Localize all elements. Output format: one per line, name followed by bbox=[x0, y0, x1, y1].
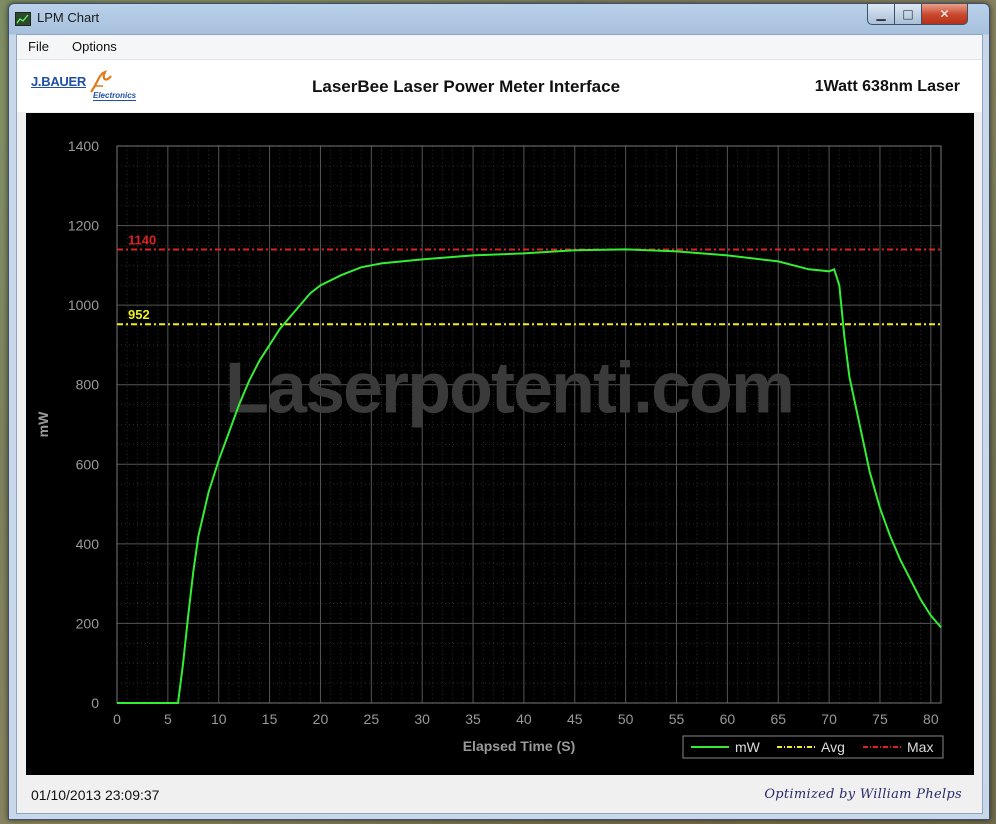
x-tick-label: 45 bbox=[567, 711, 583, 727]
y-tick-label: 800 bbox=[76, 377, 100, 393]
x-tick-label: 15 bbox=[262, 711, 278, 727]
menu-bar: File Options bbox=[17, 35, 982, 60]
chart-app-icon bbox=[15, 12, 31, 26]
maximize-icon: □ bbox=[902, 7, 914, 21]
y-tick-label: 1000 bbox=[68, 297, 99, 313]
laser-label: 1Watt 638nm Laser bbox=[814, 78, 960, 95]
minimize-icon: ▁ bbox=[876, 7, 886, 21]
signature-text: Optimized by William Phelps bbox=[764, 787, 962, 802]
x-tick-label: 10 bbox=[211, 711, 227, 727]
company-logo: J.BAUER Electronics bbox=[31, 70, 171, 102]
x-tick-label: 75 bbox=[872, 711, 888, 727]
close-button[interactable]: ✕ bbox=[921, 4, 968, 25]
app-window: LPM Chart ▁ □ ✕ File Options J.BAUER Ele… bbox=[8, 3, 990, 820]
y-tick-label: 1200 bbox=[68, 218, 99, 234]
menu-file[interactable]: File bbox=[28, 39, 49, 54]
x-tick-label: 30 bbox=[414, 711, 430, 727]
y-tick-label: 400 bbox=[76, 536, 100, 552]
menu-options[interactable]: Options bbox=[72, 39, 117, 54]
x-axis-label: Elapsed Time (S) bbox=[463, 738, 576, 754]
legend-entry-label: Avg bbox=[821, 739, 845, 755]
x-tick-label: 40 bbox=[516, 711, 532, 727]
chart-panel: 0 5 10 15 20 25 30 35 40 45 50 55 60 65 70 75 80 0 200 400 6… bbox=[26, 113, 974, 775]
x-tick-label: 55 bbox=[669, 711, 685, 727]
y-tick-label: 600 bbox=[76, 456, 100, 472]
max-value-label: 1140 bbox=[128, 232, 156, 247]
title-bar[interactable]: LPM Chart ▁ □ ✕ bbox=[9, 4, 989, 34]
minimize-button[interactable]: ▁ bbox=[867, 4, 895, 25]
x-tick-label: 0 bbox=[113, 711, 121, 727]
x-tick-label: 20 bbox=[313, 711, 329, 727]
legend-entry-label: mW bbox=[735, 739, 761, 755]
watermark-text: Laserpotenti.com bbox=[225, 349, 793, 429]
maximize-button[interactable]: □ bbox=[894, 4, 922, 25]
timestamp-label: 01/10/2013 23:09:37 bbox=[31, 787, 160, 803]
power-chart: 0 5 10 15 20 25 30 35 40 45 50 55 60 65 70 75 8002004006… bbox=[35, 138, 944, 759]
logo-subtitle: Electronics bbox=[93, 91, 137, 101]
x-tick-label: 35 bbox=[465, 711, 481, 727]
x-tick-label: 80 bbox=[923, 711, 939, 727]
y-tick-label: 0 bbox=[91, 695, 99, 711]
x-tick-label: 25 bbox=[364, 711, 380, 727]
x-tick-label: 70 bbox=[821, 711, 837, 727]
x-tick-label: 65 bbox=[770, 711, 786, 727]
close-icon: ✕ bbox=[939, 7, 950, 21]
avg-value-label: 952 bbox=[128, 307, 150, 322]
y-tick-label: 1400 bbox=[68, 138, 99, 154]
x-tick-label: 50 bbox=[618, 711, 634, 727]
x-tick-label: 60 bbox=[720, 711, 736, 727]
y-tick-label: 200 bbox=[76, 615, 100, 631]
x-tick-label: 5 bbox=[164, 711, 172, 727]
power-series-line bbox=[117, 248, 942, 704]
legend-entry-label: Max bbox=[907, 739, 933, 755]
window-title: LPM Chart bbox=[37, 10, 100, 25]
client-area: File Options J.BAUER Electronics LaserBe… bbox=[16, 34, 983, 814]
logo-name: J.BAUER bbox=[31, 74, 86, 89]
header-strip: J.BAUER Electronics LaserBee Laser Power… bbox=[17, 60, 982, 112]
page-title: LaserBee Laser Power Meter Interface bbox=[312, 77, 621, 96]
y-axis-label: mW bbox=[35, 411, 51, 437]
